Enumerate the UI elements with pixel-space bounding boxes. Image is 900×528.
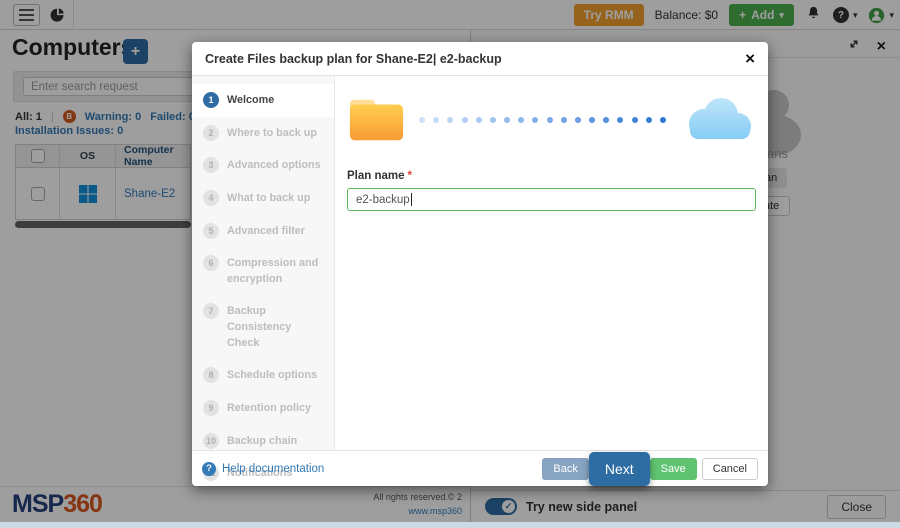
transfer-dot	[646, 117, 652, 123]
step-number-badge: 2	[203, 125, 219, 141]
step-number-badge: 8	[203, 367, 219, 383]
required-asterisk: *	[408, 170, 412, 182]
wizard-step[interactable]: 9 Retention policy	[192, 392, 334, 425]
transfer-dot	[476, 117, 482, 123]
transfer-dot	[632, 117, 638, 123]
step-label: Schedule options	[227, 367, 317, 384]
wizard-step[interactable]: 8 Schedule options	[192, 359, 334, 392]
back-button[interactable]: Back	[542, 458, 588, 480]
transfer-dot	[575, 117, 581, 123]
transfer-dot	[419, 117, 425, 123]
step-label: Compression and encryption	[227, 255, 323, 287]
modal-header: Create Files backup plan for Shane-E2| e…	[192, 42, 768, 76]
step-number-badge: 9	[203, 400, 219, 416]
help-documentation-link[interactable]: ? Help documentation	[202, 462, 324, 476]
next-button[interactable]: Next	[589, 452, 650, 486]
transfer-dot	[462, 117, 468, 123]
plan-name-label: Plan name*	[347, 170, 756, 182]
wizard-step[interactable]: 2 Where to back up	[192, 117, 334, 150]
text-cursor	[411, 193, 412, 206]
transfer-dot	[617, 117, 623, 123]
transfer-dot	[547, 117, 553, 123]
transfer-dot	[589, 117, 595, 123]
step-number-badge: 10	[203, 433, 219, 449]
transfer-dot	[561, 117, 567, 123]
wizard-step[interactable]: 7 Backup Consistency Check	[192, 295, 334, 359]
create-backup-plan-modal: Create Files backup plan for Shane-E2| e…	[192, 42, 768, 486]
save-button[interactable]: Save	[650, 458, 697, 480]
step-number-badge: 7	[203, 303, 219, 319]
step-label: Welcome	[227, 92, 274, 109]
welcome-step-content: Plan name* e2-backup	[335, 76, 768, 450]
wizard-step[interactable]: 3 Advanced options	[192, 149, 334, 182]
window-edge-strip	[0, 522, 900, 528]
modal-title: Create Files backup plan for Shane-E2| e…	[205, 52, 502, 66]
step-label: Advanced filter	[227, 223, 305, 240]
wizard-step[interactable]: 1 Welcome	[192, 84, 334, 117]
transfer-dot	[504, 117, 510, 123]
transfer-dots	[419, 117, 666, 123]
question-icon: ?	[202, 462, 216, 476]
step-number-badge: 6	[203, 255, 219, 271]
transfer-dot	[490, 117, 496, 123]
wizard-step[interactable]: 4 What to back up	[192, 182, 334, 215]
step-number-badge: 5	[203, 223, 219, 239]
transfer-dot	[532, 117, 538, 123]
step-label: What to back up	[227, 190, 310, 207]
step-label: Backup chain	[227, 433, 297, 450]
step-number-badge: 3	[203, 157, 219, 173]
cloud-icon	[680, 94, 756, 146]
modal-footer: ? Help documentation Back Next Save Canc…	[192, 450, 768, 486]
step-label: Where to back up	[227, 125, 317, 142]
close-icon[interactable]: ×	[745, 50, 755, 67]
step-label: Backup Consistency Check	[227, 303, 323, 351]
transfer-dot	[603, 117, 609, 123]
transfer-dot	[660, 117, 666, 123]
transfer-dot	[518, 117, 524, 123]
cancel-button[interactable]: Cancel	[702, 458, 758, 480]
step-label: Advanced options	[227, 157, 321, 174]
step-number-badge: 4	[203, 190, 219, 206]
wizard-steps: 1 Welcome 2 Where to back up 3 Advanced …	[192, 76, 335, 450]
transfer-dot	[447, 117, 453, 123]
step-number-badge: 1	[203, 92, 219, 108]
step-label: Retention policy	[227, 400, 311, 417]
plan-name-input[interactable]: e2-backup	[347, 188, 756, 211]
wizard-step[interactable]: 5 Advanced filter	[192, 215, 334, 248]
transfer-dot	[433, 117, 439, 123]
folder-icon	[347, 97, 405, 143]
wizard-step[interactable]: 6 Compression and encryption	[192, 247, 334, 295]
